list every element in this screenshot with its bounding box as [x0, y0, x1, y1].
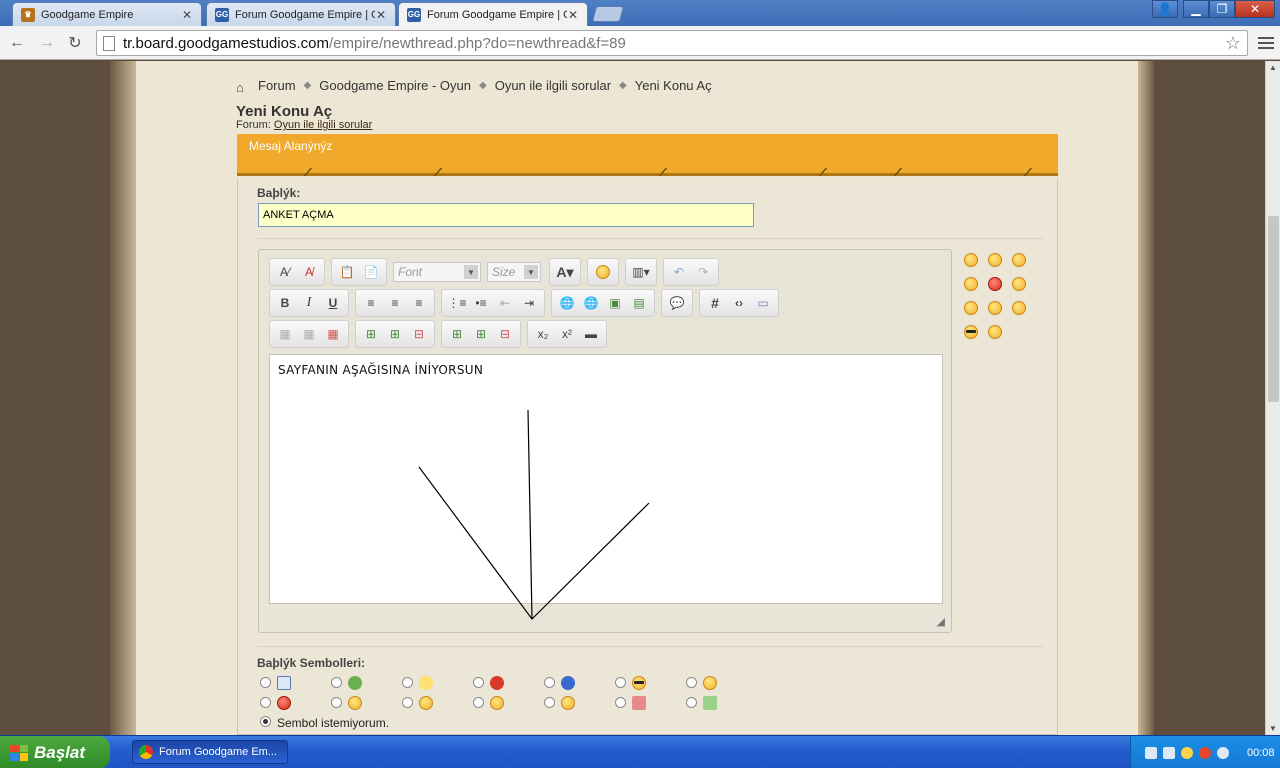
- post-icon-radio[interactable]: [402, 697, 413, 708]
- network-icon[interactable]: [1163, 746, 1175, 759]
- forward-button[interactable]: →: [36, 32, 58, 54]
- crown-icon: ♛: [21, 7, 35, 22]
- close-window-button[interactable]: ✕: [1235, 0, 1275, 18]
- post-icon-radio[interactable]: [544, 677, 555, 688]
- smiley-wink-icon[interactable]: [964, 301, 978, 315]
- no-icon-radio[interactable]: [260, 716, 271, 727]
- smiley-tongue-icon[interactable]: [1012, 277, 1026, 291]
- thumbs-down-icon: [632, 696, 646, 710]
- browser-tab-strip: ♛ Goodgame Empire ✕ GG Forum Goodgame Em…: [0, 0, 1280, 26]
- cool-icon: [632, 676, 646, 690]
- windows-taskbar: Başlat Forum Goodgame Em... 00:08: [0, 735, 1280, 768]
- url-path: /empire/newthread.php?do=newthread&f=89: [328, 34, 626, 52]
- windows-logo-icon: [10, 744, 28, 761]
- post-icon-radio[interactable]: [686, 677, 697, 688]
- wink-icon: [490, 696, 504, 710]
- smiley-eek-icon[interactable]: [988, 325, 1002, 339]
- arrow-shaft: [527, 409, 533, 620]
- scroll-down-icon[interactable]: ▼: [1269, 724, 1277, 733]
- arrow-head: [418, 466, 650, 620]
- no-icon-label: Sembol istemiyorum.: [277, 716, 390, 730]
- post-icon-radio[interactable]: [473, 697, 484, 708]
- post-icon-radio[interactable]: [473, 677, 484, 688]
- question-icon: [561, 676, 575, 690]
- smiley-cool-icon[interactable]: [964, 325, 978, 339]
- taskbar-item-chrome[interactable]: Forum Goodgame Em...: [132, 740, 288, 764]
- profile-icon[interactable]: 👤: [1152, 0, 1178, 18]
- post-icon-radio[interactable]: [615, 697, 626, 708]
- close-icon[interactable]: ✕: [181, 8, 193, 22]
- address-bar[interactable]: tr.board.goodgamestudios.com /empire/new…: [96, 30, 1248, 56]
- bookmark-star-icon[interactable]: ☆: [1225, 33, 1241, 54]
- tab-title: Forum Goodgame Empire | Gc: [235, 8, 375, 21]
- grin-icon: [419, 696, 433, 710]
- frown-icon: [348, 696, 362, 710]
- scroll-up-icon[interactable]: ▲: [1269, 63, 1277, 72]
- browser-toolbar: ← → ↻ tr.board.goodgamestudios.com /empi…: [0, 26, 1280, 60]
- drawn-arrow-annotation: [418, 409, 650, 620]
- post-icon-radio[interactable]: [615, 677, 626, 688]
- gg-icon: GG: [215, 7, 229, 22]
- page-scrollbar[interactable]: ▲ ▼: [1265, 61, 1280, 735]
- close-icon[interactable]: ✕: [375, 8, 387, 22]
- security-icon[interactable]: [1199, 746, 1211, 759]
- thumbs-up-icon: [703, 696, 717, 710]
- smiley-biggrin-icon[interactable]: [1012, 253, 1026, 267]
- lightbulb-icon: [419, 676, 433, 690]
- post-icon-radio[interactable]: [331, 697, 342, 708]
- web-page: ⌂ Forum ◆ Goodgame Empire - Oyun ◆ Oyun …: [0, 61, 1265, 735]
- smiley-grin-icon[interactable]: [964, 253, 978, 267]
- restore-button[interactable]: ❐: [1209, 0, 1235, 18]
- smiley-confused-icon[interactable]: [988, 301, 1002, 315]
- new-tab-button[interactable]: [591, 6, 625, 22]
- exclamation-icon: [490, 676, 504, 690]
- volume-icon[interactable]: [1217, 746, 1229, 759]
- smiley-rolleyes-icon[interactable]: [1012, 301, 1026, 315]
- gg-icon: GG: [407, 7, 421, 22]
- smile-icon: [703, 676, 717, 690]
- smiley-frown-icon[interactable]: [964, 277, 978, 291]
- angry-icon: [277, 696, 291, 710]
- tab-forum-1[interactable]: GG Forum Goodgame Empire | Gc ✕: [206, 2, 396, 26]
- back-button[interactable]: ←: [6, 32, 28, 54]
- document-icon: [277, 676, 291, 690]
- url-host: tr.board.goodgamestudios.com: [123, 34, 329, 52]
- post-icon-radio[interactable]: [260, 677, 271, 688]
- arrow-loop-icon: [348, 676, 362, 690]
- start-button[interactable]: Başlat: [0, 736, 110, 768]
- smiley-smile-icon[interactable]: [988, 253, 1002, 267]
- post-icons-label: Baþlýk Sembolleri:: [257, 656, 366, 670]
- close-icon[interactable]: ✕: [567, 8, 579, 22]
- tab-title: Forum Goodgame Empire | Gc: [427, 8, 567, 21]
- scrollbar-thumb[interactable]: [1268, 216, 1279, 402]
- tray-arrow-icon[interactable]: [1181, 746, 1193, 759]
- minimize-button[interactable]: ▁: [1183, 0, 1209, 18]
- post-icon-radio[interactable]: [260, 697, 271, 708]
- start-label: Başlat: [34, 742, 86, 762]
- post-icon-radio[interactable]: [544, 697, 555, 708]
- system-tray: 00:08: [1130, 736, 1280, 768]
- chrome-icon: [139, 745, 153, 759]
- reload-button[interactable]: ↻: [64, 32, 86, 54]
- post-icon-radio[interactable]: [402, 677, 413, 688]
- tab-forum-active[interactable]: GG Forum Goodgame Empire | Gc ✕: [398, 2, 588, 26]
- menu-icon[interactable]: [1258, 34, 1274, 50]
- smiley-mad-icon[interactable]: [988, 277, 1002, 291]
- tab-goodgame-empire[interactable]: ♛ Goodgame Empire ✕: [12, 2, 202, 26]
- keyboard-icon[interactable]: [1145, 746, 1157, 759]
- clock: 00:08: [1247, 746, 1275, 759]
- divider: [257, 646, 1043, 647]
- tab-title: Goodgame Empire: [41, 8, 134, 21]
- page-icon: [103, 35, 115, 51]
- post-icon-radio[interactable]: [331, 677, 342, 688]
- biggrin-icon: [561, 696, 575, 710]
- taskbar-item-label: Forum Goodgame Em...: [159, 746, 277, 758]
- post-icon-radio[interactable]: [686, 697, 697, 708]
